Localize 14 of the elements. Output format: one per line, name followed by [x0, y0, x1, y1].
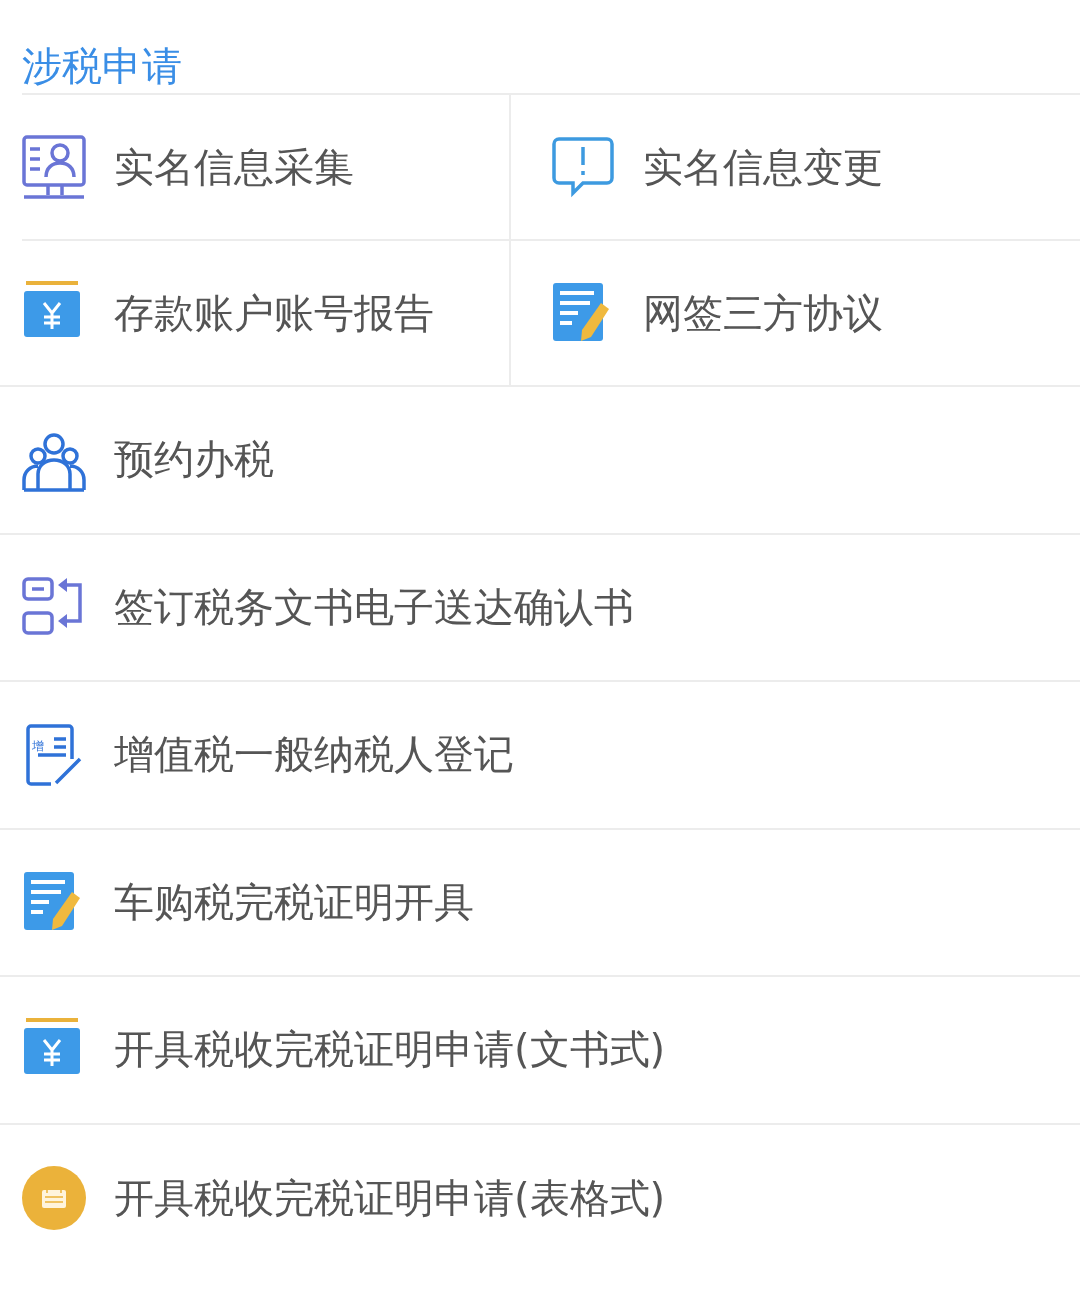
- menu-item[interactable]: 开具税收完税证明申请(表格式): [0, 1124, 1080, 1272]
- menu-item[interactable]: 存款账户账号报告: [22, 239, 511, 385]
- menu-item[interactable]: 增 增值税一般纳税人登记: [0, 682, 1080, 830]
- menu-item[interactable]: 预约办税: [0, 387, 1080, 535]
- speech-bubble-icon: [551, 135, 615, 199]
- id-card-icon: [22, 135, 86, 199]
- menu-item[interactable]: 签订税务文书电子送达确认书: [0, 534, 1080, 682]
- menu-item[interactable]: 实名信息变更: [511, 93, 1080, 239]
- menu-item[interactable]: 车购税完税证明开具: [0, 829, 1080, 977]
- menu-item[interactable]: 开具税收完税证明申请(文书式): [0, 977, 1080, 1125]
- calendar-icon: [22, 1166, 86, 1231]
- menu-item[interactable]: 实名信息采集: [22, 93, 511, 239]
- section-title: 涉税申请: [21, 42, 183, 91]
- menu-item[interactable]: 网签三方协议: [511, 239, 1080, 385]
